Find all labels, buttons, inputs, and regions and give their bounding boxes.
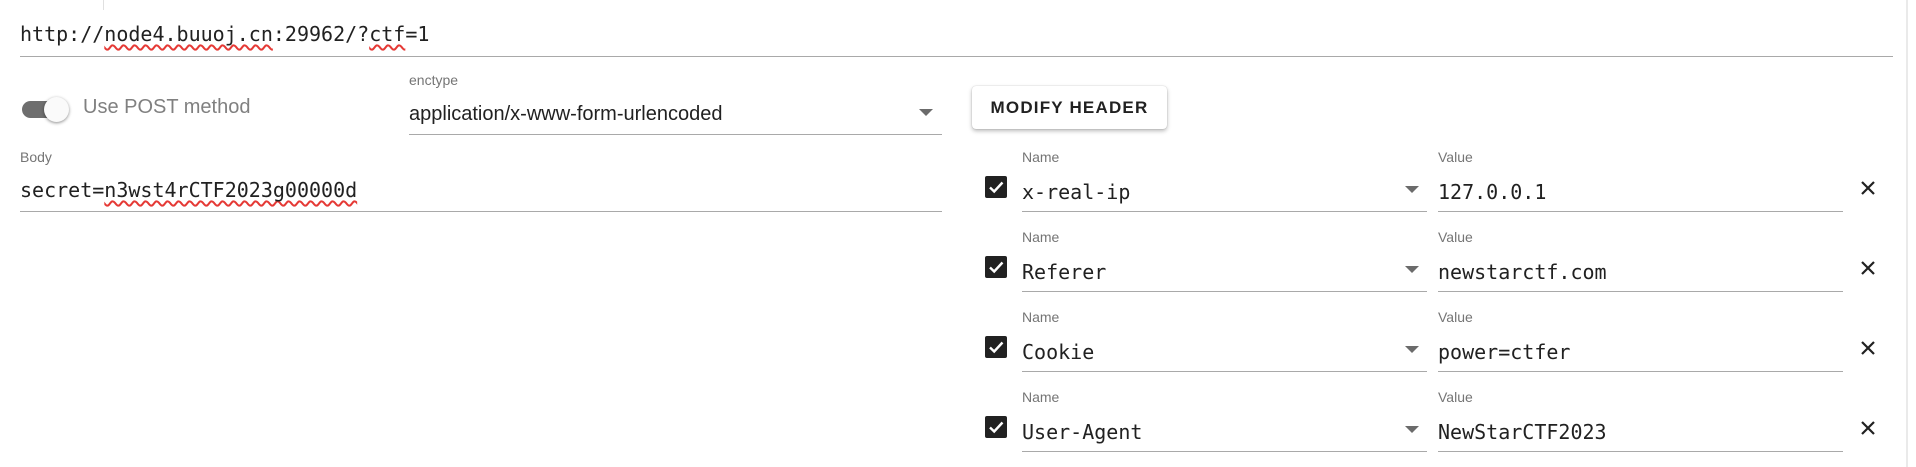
header-name-caption: Name (1022, 389, 1060, 405)
url-port-path: :29962/? (272, 22, 370, 46)
header-name-caption: Name (1022, 149, 1060, 165)
header-value-caption: Value (1438, 149, 1473, 165)
header-name-select[interactable]: User-Agent (1022, 420, 1142, 444)
header-value-underline (1438, 371, 1843, 372)
header-value-caption: Value (1438, 389, 1473, 405)
body-caption: Body (20, 149, 52, 165)
header-name-underline (1022, 371, 1427, 372)
chevron-down-icon[interactable] (1405, 426, 1419, 433)
url-tail: =1 (405, 22, 430, 46)
url-underline (20, 56, 1893, 57)
close-icon[interactable] (1858, 338, 1878, 358)
check-icon[interactable] (985, 416, 1007, 438)
close-icon[interactable] (1858, 418, 1878, 438)
check-icon[interactable] (985, 336, 1007, 358)
scrollbar[interactable] (1906, 0, 1908, 467)
divider-tick (103, 0, 104, 10)
header-name-select[interactable]: Cookie (1022, 340, 1094, 364)
url-host: node4.buuoj.cn (104, 22, 273, 46)
header-name-select[interactable]: x-real-ip (1022, 180, 1130, 204)
header-name-underline (1022, 291, 1427, 292)
body-secret-value: n3wst4rCTF2023g00000d (104, 178, 358, 202)
close-icon[interactable] (1858, 178, 1878, 198)
check-icon[interactable] (985, 176, 1007, 198)
enctype-select[interactable]: application/x-www-form-urlencoded (409, 103, 722, 126)
url-prefix: http:// (20, 22, 105, 46)
header-value-underline (1438, 451, 1843, 452)
enctype-caption: enctype (409, 72, 459, 88)
header-name-caption: Name (1022, 229, 1060, 245)
header-name-underline (1022, 211, 1427, 212)
check-icon[interactable] (985, 256, 1007, 278)
header-value-field[interactable]: newstarctf.com (1438, 260, 1607, 284)
post-method-toggle[interactable] (22, 97, 70, 122)
toggle-thumb (44, 97, 69, 122)
url-param: ctf (369, 22, 406, 46)
chevron-down-icon[interactable] (1405, 346, 1419, 353)
body-prefix: secret= (20, 178, 105, 202)
enctype-underline (409, 134, 942, 135)
header-name-select[interactable]: Referer (1022, 260, 1106, 284)
chevron-down-icon[interactable] (1405, 186, 1419, 193)
header-value-field[interactable]: power=ctfer (1438, 340, 1570, 364)
post-method-label: Use POST method (83, 96, 251, 118)
body-field[interactable]: secret=n3wst4rCTF2023g00000d (20, 178, 357, 202)
header-value-caption: Value (1438, 309, 1473, 325)
body-underline (20, 211, 942, 212)
close-icon[interactable] (1858, 258, 1878, 278)
chevron-down-icon[interactable] (1405, 266, 1419, 273)
header-value-caption: Value (1438, 229, 1473, 245)
header-value-underline (1438, 211, 1843, 212)
header-value-underline (1438, 291, 1843, 292)
modify-header-button[interactable]: MODIFY HEADER (972, 86, 1167, 129)
header-value-field[interactable]: 127.0.0.1 (1438, 180, 1546, 204)
header-name-underline (1022, 451, 1427, 452)
header-value-field[interactable]: NewStarCTF2023 (1438, 420, 1607, 444)
url-field[interactable]: http://node4.buuoj.cn:29962/?ctf=1 (20, 22, 429, 46)
header-name-caption: Name (1022, 309, 1060, 325)
chevron-down-icon[interactable] (919, 109, 933, 116)
